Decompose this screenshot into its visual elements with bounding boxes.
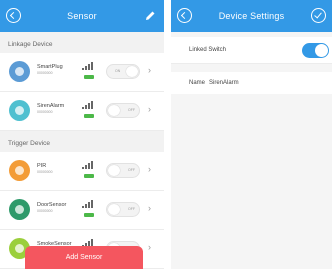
top-bar: Sensor xyxy=(0,0,164,32)
sensor-screen: Sensor Linkage Device SmartPlug 00000000… xyxy=(0,0,164,269)
signal-icon xyxy=(82,200,93,208)
device-id: 00000000 xyxy=(37,170,53,174)
device-icon xyxy=(9,61,30,82)
battery-icon xyxy=(84,213,94,217)
add-sensor-button[interactable]: Add Sensor xyxy=(25,246,143,269)
device-icon xyxy=(9,100,30,121)
toggle-knob xyxy=(108,204,120,215)
back-icon[interactable] xyxy=(6,8,21,23)
page-title: Sensor xyxy=(67,11,97,21)
device-row-doorsensor[interactable]: DoorSensor 00000000 OFF › xyxy=(0,191,164,230)
toggle-knob xyxy=(315,44,328,57)
section-label-trigger: Trigger Device xyxy=(8,140,51,147)
device-name: PIR xyxy=(37,163,47,169)
name-row[interactable]: Name SirenAlarm xyxy=(171,72,332,94)
toggle-knob xyxy=(108,105,120,116)
device-name: SirenAlarm xyxy=(37,103,65,109)
confirm-icon[interactable] xyxy=(311,8,326,23)
section-label-linkage: Linkage Device xyxy=(8,41,53,48)
signal-icon xyxy=(82,101,93,109)
edit-icon[interactable] xyxy=(145,10,156,21)
device-name: DoorSensor xyxy=(37,202,67,208)
device-row-pir[interactable]: PIR 00000000 OFF › xyxy=(0,152,164,191)
toggle-off-label: OFF xyxy=(128,207,135,211)
device-id: 00000000 xyxy=(37,110,53,114)
device-icon xyxy=(9,199,30,220)
page-title: Device Settings xyxy=(218,11,285,21)
device-id: 00000000 xyxy=(37,71,53,75)
device-toggle[interactable]: OFF xyxy=(106,103,140,118)
device-id: 00000000 xyxy=(37,209,53,213)
chevron-right-icon[interactable]: › xyxy=(148,164,151,174)
device-toggle[interactable]: OFF xyxy=(106,202,140,217)
chevron-right-icon[interactable]: › xyxy=(148,104,151,114)
device-icon xyxy=(9,160,30,181)
device-toggle[interactable]: ON xyxy=(106,64,140,79)
linked-switch-row: Linked Switch xyxy=(171,37,332,64)
signal-icon xyxy=(82,62,93,70)
battery-icon xyxy=(84,114,94,118)
top-bar: Device Settings xyxy=(171,0,332,32)
toggle-off-label: OFF xyxy=(128,168,135,172)
toggle-off-label: OFF xyxy=(128,108,135,112)
device-name: SmartPlug xyxy=(37,64,63,70)
signal-icon xyxy=(82,161,93,169)
linkage-device-list: SmartPlug 00000000 ON › SirenAlarm 00000… xyxy=(0,53,164,131)
battery-icon xyxy=(84,75,94,79)
linked-switch-toggle[interactable] xyxy=(302,43,329,58)
device-settings-screen: Device Settings Linked Switch Name Siren… xyxy=(171,0,332,269)
chevron-right-icon[interactable]: › xyxy=(148,65,151,75)
linked-switch-label: Linked Switch xyxy=(189,47,227,53)
toggle-knob xyxy=(108,165,120,176)
back-icon[interactable] xyxy=(177,8,192,23)
name-value: SirenAlarm xyxy=(209,80,239,86)
device-toggle[interactable]: OFF xyxy=(106,163,140,178)
chevron-right-icon[interactable]: › xyxy=(148,203,151,213)
name-label: Name xyxy=(189,80,206,86)
battery-icon xyxy=(84,174,94,178)
device-row-sirenalarm[interactable]: SirenAlarm 00000000 OFF › xyxy=(0,92,164,131)
toggle-knob xyxy=(126,66,138,77)
chevron-right-icon[interactable]: › xyxy=(148,242,151,252)
toggle-on-label: ON xyxy=(115,69,121,73)
device-row-smartplug[interactable]: SmartPlug 00000000 ON › xyxy=(0,53,164,92)
